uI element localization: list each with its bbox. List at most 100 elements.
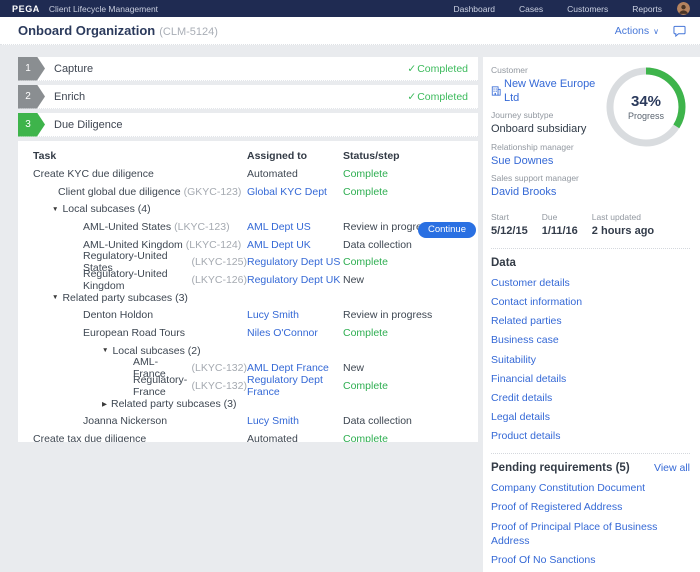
person-icon [677, 2, 690, 15]
task-case-id: (GKYC-123) [184, 186, 242, 198]
collapse-triangle-icon[interactable]: ▼ [52, 294, 58, 301]
content-area: 1Capture✓Completed2Enrich✓Completed3Due … [0, 45, 700, 438]
pending-requirements-title: Pending requirements (5) [491, 462, 630, 474]
assignee-link[interactable]: Lucy Smith [247, 309, 299, 321]
task-cell: European Road Tours [18, 327, 247, 339]
app-title: Client Lifecycle Management [49, 4, 158, 14]
status-cell: Data collection [343, 415, 478, 427]
data-section: Data Customer detailsContact information… [491, 257, 690, 443]
journey-subtype-field: Journey subtype Onboard subsidiary [491, 110, 604, 136]
task-cell: Regulatory-United Kingdom(LKYC-126) [18, 268, 247, 292]
assignee-link[interactable]: Regulatory Dept France [247, 374, 323, 398]
column-header-status-step: Status/step [343, 150, 478, 162]
start-date-value: 5/12/15 [491, 224, 528, 238]
assigned-to-cell: Global KYC Dept [247, 186, 343, 198]
stage-list: 1Capture✓Completed2Enrich✓Completed3Due … [18, 57, 478, 137]
customer-name: New Wave Europe Ltd [504, 77, 604, 106]
task-case-id: (LKYC-124) [186, 239, 241, 251]
journey-subtype-value: Onboard subsidiary [491, 122, 604, 136]
due-diligence-task-panel: Task Assigned to Status/step Create KYC … [18, 141, 478, 442]
status-cell: Complete [343, 168, 478, 180]
continue-button[interactable]: Continue [418, 222, 476, 238]
assignee-link[interactable]: Lucy Smith [247, 415, 299, 427]
nav-item-dashboard[interactable]: Dashboard [453, 4, 495, 14]
view-all-link[interactable]: View all [654, 462, 690, 474]
task-cell: AML-United Kingdom(LKYC-124) [18, 239, 247, 251]
user-avatar[interactable] [677, 2, 690, 15]
actions-menu-button[interactable]: Actions [615, 25, 649, 37]
data-link-suitability[interactable]: Suitability [491, 353, 690, 367]
status-cell: Data collection [343, 239, 478, 251]
assignee-link[interactable]: AML Dept US [247, 221, 311, 233]
requirement-link-proof-of-principal-place-of-business-address[interactable]: Proof of Principal Place of Business Add… [491, 520, 690, 549]
assigned-to-cell: Lucy Smith [247, 309, 343, 321]
task-cell: ▼Local subcases (2) [18, 345, 247, 357]
status-cell: Complete [343, 186, 478, 198]
task-case-id: (LKYC-126) [192, 274, 247, 286]
stage-number-badge: 3 [18, 113, 45, 137]
task-name: Joanna Nickerson [83, 415, 167, 427]
data-link-customer-details[interactable]: Customer details [491, 276, 690, 290]
requirement-link-proof-of-no-sanctions[interactable]: Proof Of No Sanctions [491, 553, 690, 567]
due-date-label: Due [542, 212, 578, 224]
building-icon [491, 86, 501, 96]
assigned-to-cell: Automated [247, 168, 343, 180]
stage-status-badge: ✓Completed [407, 63, 468, 75]
assignee-link[interactable]: Regulatory Dept UK [247, 274, 340, 286]
requirement-link-proof-of-registered-address[interactable]: Proof of Registered Address [491, 500, 690, 514]
status-text: Complete [343, 186, 388, 198]
assigned-to-cell: AML Dept UK [247, 239, 343, 251]
collapse-triangle-icon[interactable]: ▼ [52, 206, 58, 213]
nav-item-customers[interactable]: Customers [567, 4, 608, 14]
start-date-field: Start 5/12/15 [491, 212, 528, 238]
stage-label: Capture [54, 63, 93, 75]
case-title-group: Onboard Organization(CLM-5124) [18, 22, 218, 40]
assigned-to-cell: Niles O'Connor [247, 327, 343, 339]
stage-number-badge: 2 [18, 85, 45, 109]
case-sidebar: Customer New Wave Europe Ltd [483, 57, 700, 572]
task-name: Related party subcases (3) [111, 398, 236, 410]
due-date-value: 1/11/16 [542, 224, 578, 238]
expand-triangle-icon[interactable]: ▶ [102, 400, 107, 408]
assignee-link[interactable]: Niles O'Connor [247, 327, 318, 339]
data-link-contact-information[interactable]: Contact information [491, 295, 690, 309]
status-cell: New [343, 362, 478, 374]
data-link-credit-details[interactable]: Credit details [491, 391, 690, 405]
column-header-assigned-to: Assigned to [247, 150, 343, 162]
assignee-link[interactable]: AML Dept France [247, 362, 329, 374]
nav-item-cases[interactable]: Cases [519, 4, 543, 14]
status-cell: Review in progress [343, 309, 478, 321]
data-link-business-case[interactable]: Business case [491, 333, 690, 347]
relationship-manager-link[interactable]: Sue Downes [491, 154, 604, 168]
collapse-triangle-icon[interactable]: ▼ [102, 347, 108, 354]
stage-row-due-diligence[interactable]: 3Due Diligence [18, 113, 478, 137]
assigned-to-cell: AML Dept US [247, 221, 343, 233]
status-text: Data collection [343, 239, 412, 251]
sales-support-manager-link[interactable]: David Brooks [491, 185, 604, 199]
stage-row-enrich[interactable]: 2Enrich✓Completed [18, 85, 478, 109]
nav-item-reports[interactable]: Reports [632, 4, 662, 14]
chevron-down-icon: ∨ [653, 27, 659, 36]
customer-link[interactable]: New Wave Europe Ltd [491, 77, 604, 106]
status-text: New [343, 274, 364, 286]
data-link-related-parties[interactable]: Related parties [491, 314, 690, 328]
data-link-financial-details[interactable]: Financial details [491, 372, 690, 386]
comment-icon[interactable] [673, 25, 686, 37]
case-id: (CLM-5124) [159, 26, 218, 38]
assignee-link[interactable]: Global KYC Dept [247, 186, 327, 198]
status-cell: Complete [343, 256, 478, 268]
requirement-link-company-constitution-document[interactable]: Company Constitution Document [491, 481, 690, 495]
relationship-manager-field: Relationship manager Sue Downes [491, 142, 604, 168]
data-link-legal-details[interactable]: Legal details [491, 410, 690, 424]
data-link-product-details[interactable]: Product details [491, 429, 690, 443]
assigned-to-cell: Regulatory Dept France [247, 374, 343, 398]
task-name: Local subcases (4) [62, 203, 150, 215]
assignee-link[interactable]: Regulatory Dept US [247, 256, 340, 268]
pega-logo: PEGA [12, 4, 40, 14]
customer-field: Customer New Wave Europe Ltd [491, 65, 604, 105]
case-title-bar: Onboard Organization(CLM-5124) Actions ∨ [0, 17, 700, 45]
stage-row-capture[interactable]: 1Capture✓Completed [18, 57, 478, 81]
assignee-link[interactable]: AML Dept UK [247, 239, 311, 251]
task-name: Related party subcases (3) [62, 292, 187, 304]
sidebar-divider [491, 248, 690, 249]
